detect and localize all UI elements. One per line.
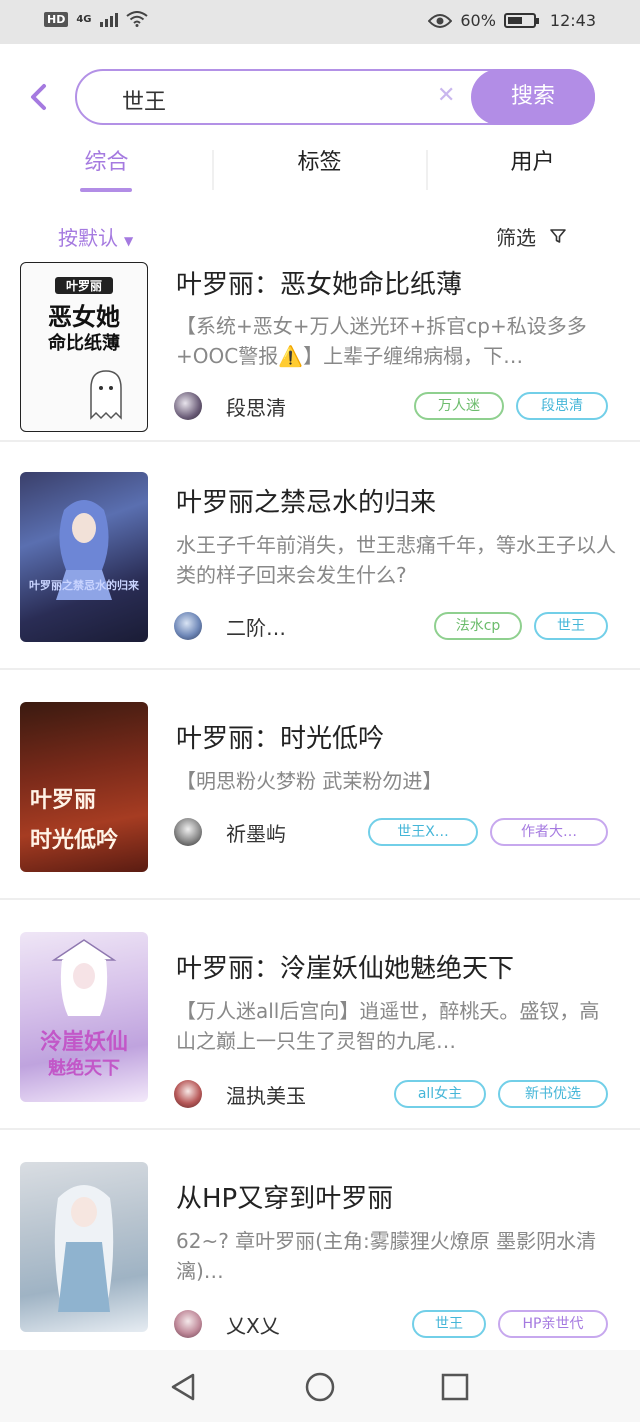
book-cover: 叶罗丽 恶女她 命比纸薄	[20, 262, 148, 432]
funnel-icon	[544, 229, 567, 249]
ghost-illustration	[90, 370, 122, 420]
recents-square-icon[interactable]	[438, 1370, 472, 1404]
book-item[interactable]: 叶罗丽 恶女她 命比纸薄 叶罗丽：恶女她命比纸薄 【系统+恶女+万人迷光环+拆官…	[0, 252, 640, 442]
cover-text: 叶罗丽之禁忌水的归来	[29, 579, 139, 592]
author-avatar	[174, 1080, 202, 1108]
sort-label: 按默认	[58, 226, 118, 250]
tag-chip[interactable]: 新书优选	[498, 1080, 608, 1108]
back-icon[interactable]	[26, 82, 52, 112]
battery-icon	[503, 13, 539, 28]
cover-text: 魅绝天下	[48, 1058, 120, 1079]
author-avatar	[174, 392, 202, 420]
author-avatar	[174, 612, 202, 640]
tag-chip[interactable]: HP亲世代	[498, 1310, 608, 1338]
book-item[interactable]: 叶罗丽之禁忌水的归来 叶罗丽之禁忌水的归来 水王子千年前消失，世王悲痛千年，等水…	[0, 442, 640, 670]
caret-down-icon: ▼	[124, 234, 134, 248]
book-description: 【明思粉火梦粉 武茉粉勿进】	[176, 769, 443, 793]
book-description: 62~? 章叶罗丽(主角:雾朦狸火燎原 墨影阴水清漓)…	[176, 1229, 597, 1283]
book-cover: 叶罗丽 时光低吟	[20, 702, 148, 872]
network-type: 4G	[76, 13, 92, 25]
search-field[interactable]: 世王 ✕ 搜索	[75, 69, 595, 125]
book-description: 水王子千年前消失，世王悲痛千年，等水王子以人类的样子回来会发生什么?	[176, 533, 616, 587]
tag-chip[interactable]: 世王	[412, 1310, 486, 1338]
search-button[interactable]: 搜索	[471, 69, 595, 125]
result-tabs: 综合 标签 用户	[0, 144, 640, 204]
hd-icon: HD	[44, 11, 69, 27]
system-nav-bar	[0, 1350, 640, 1422]
search-input[interactable]: 世王	[122, 84, 166, 116]
tag-chip[interactable]: 万人迷	[414, 392, 504, 420]
active-tab-indicator	[80, 188, 132, 192]
book-cover	[20, 1162, 148, 1332]
cover-text: 时光低吟	[30, 828, 119, 853]
author-name: 祈墨屿	[226, 822, 286, 846]
back-triangle-icon[interactable]	[166, 1370, 200, 1404]
filter-label: 筛选	[496, 226, 536, 250]
tag-chip[interactable]: all女主	[394, 1080, 486, 1108]
book-title: 从HP又穿到叶罗丽	[176, 1184, 394, 1214]
book-title: 叶罗丽之禁忌水的归来	[176, 488, 437, 518]
book-title: 叶罗丽：时光低吟	[176, 724, 385, 754]
status-bar: HD 4G 60% 12:43	[0, 0, 640, 44]
cover-text: 恶女她	[48, 303, 120, 331]
author-name: 段思清	[226, 396, 286, 420]
tab-general[interactable]: 综合	[0, 144, 213, 182]
tag-chip[interactable]: 世王X…	[368, 818, 478, 846]
search-header: 世王 ✕ 搜索	[0, 44, 640, 144]
author-avatar	[174, 1310, 202, 1338]
sort-filter-bar: 按默认 ▼ 筛选	[0, 222, 640, 252]
book-item[interactable]: 从HP又穿到叶罗丽 62~? 章叶罗丽(主角:雾朦狸火燎原 墨影阴水清漓)… 乂…	[0, 1132, 640, 1350]
book-item[interactable]: 泠崖妖仙 魅绝天下 叶罗丽：泠崖妖仙她魅绝天下 【万人迷all后宫向】逍遥世，醉…	[0, 902, 640, 1130]
cover-text: 叶罗丽	[55, 277, 113, 294]
battery-percent: 60%	[460, 11, 496, 30]
character-illustration	[54, 1185, 114, 1312]
signal-icon	[99, 11, 118, 27]
author-name: 乂X乂	[226, 1314, 280, 1338]
book-title: 叶罗丽：泠崖妖仙她魅绝天下	[176, 954, 515, 984]
tag-chip[interactable]: 作者大…	[490, 818, 608, 846]
cover-text: 叶罗丽	[30, 788, 97, 813]
sort-dropdown[interactable]: 按默认 ▼	[58, 222, 133, 251]
book-item[interactable]: 叶罗丽 时光低吟 叶罗丽：时光低吟 【明思粉火梦粉 武茉粉勿进】 祈墨屿 世王X…	[0, 672, 640, 900]
character-illustration	[51, 939, 117, 1016]
author-name: 二阶…	[226, 616, 286, 640]
author-name: 温执美玉	[226, 1084, 306, 1108]
cover-text: 泠崖妖仙	[39, 1030, 128, 1055]
eye-icon	[428, 13, 453, 28]
clock: 12:43	[549, 11, 596, 30]
tab-users[interactable]: 用户	[426, 144, 639, 182]
book-description: 【万人迷all后宫向】逍遥世，醉桃夭。盛钗，高山之巅上一只生了灵智的九尾…	[176, 999, 600, 1053]
book-description: 【系统+恶女+万人迷光环+拆官cp+私设多多+OOC警报⚠️】上辈子缠绵病榻，下…	[176, 314, 587, 368]
book-cover: 叶罗丽之禁忌水的归来	[20, 472, 148, 642]
cover-text: 命比纸薄	[48, 333, 120, 354]
author-avatar	[174, 818, 202, 846]
clear-icon[interactable]: ✕	[437, 83, 455, 108]
tag-chip[interactable]: 世王	[534, 612, 608, 640]
wifi-icon	[125, 11, 148, 27]
search-results-list: 叶罗丽 恶女她 命比纸薄 叶罗丽：恶女她命比纸薄 【系统+恶女+万人迷光环+拆官…	[0, 252, 640, 1350]
book-title: 叶罗丽：恶女她命比纸薄	[176, 270, 463, 300]
home-circle-icon[interactable]	[303, 1370, 337, 1404]
tag-chip[interactable]: 段思清	[516, 392, 608, 420]
filter-button[interactable]: 筛选	[496, 222, 567, 251]
book-cover: 泠崖妖仙 魅绝天下	[20, 932, 148, 1102]
tab-tags[interactable]: 标签	[213, 144, 426, 182]
tag-chip[interactable]: 法水cp	[434, 612, 522, 640]
